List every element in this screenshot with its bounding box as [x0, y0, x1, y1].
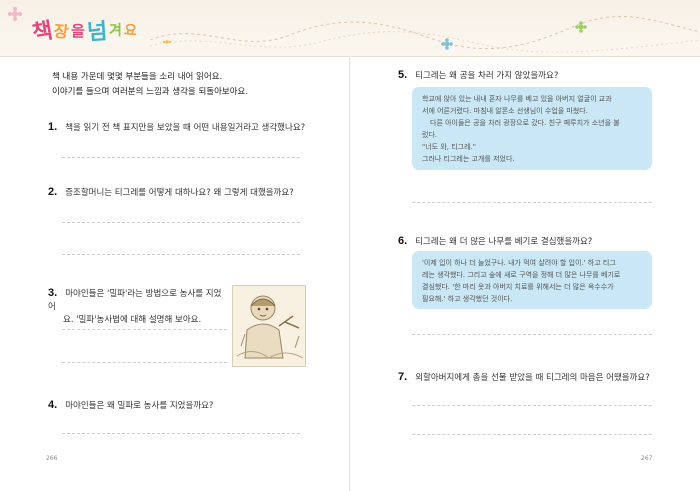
excerpt-box-6: '이제 입이 하나 더 늘었구나. 내가 먹여 살려야 할 입이.' 하고 티그… — [412, 251, 652, 309]
question-2: 2. 증조할머니는 티그레를 어떻게 대하나요? 왜 그렇게 대했을까요? — [48, 186, 294, 200]
flower-icon — [8, 7, 22, 21]
excerpt-line: 그러나 티그레는 고개를 저었다. — [422, 155, 515, 163]
logo-char: 겨 — [109, 23, 122, 39]
question-number: 2. — [48, 186, 58, 198]
excerpt-line: 다른 아이들은 공을 차러 광장으로 갔다. 친구 페루치가 소년을 불 — [430, 119, 620, 127]
logo-char: 책 — [30, 18, 55, 47]
question-4: 4. 마야인들은 왜 밀파로 농사를 지었을까요? — [48, 399, 213, 413]
question-text: 요. '밀파'농사법에 대해 설명해 보아요. — [63, 315, 202, 325]
question-text: 마야인들은 '밀파'라는 방법으로 농사를 지었어 — [48, 289, 222, 312]
answer-line[interactable] — [62, 254, 300, 255]
answer-line[interactable] — [412, 434, 652, 435]
answer-line[interactable] — [412, 202, 652, 203]
page-number-left: 266 — [46, 455, 58, 462]
question-number: 7. — [398, 371, 408, 383]
excerpt-line: 렀다. — [422, 131, 438, 139]
question-number: 5. — [398, 69, 408, 81]
illustration-boy-harvesting — [232, 285, 306, 367]
excerpt-line: 학교에 앉아 있는 내내 혼자 나무를 베고 있을 아버지 얼굴이 교과 — [422, 95, 612, 103]
question-3: 3. 마야인들은 '밀파'라는 방법으로 농사를 지었어 요. '밀파'농사법에 … — [48, 287, 228, 327]
intro-line: 이야기를 들으며 여러분의 느낌과 생각을 되돌아보아요. — [52, 87, 249, 97]
question-text: 티그레는 왜 더 많은 나무를 베기로 결심했을까요? — [415, 237, 593, 247]
excerpt-line: 필요해.' 하고 생각했던 것이다. — [422, 295, 513, 303]
question-number: 4. — [48, 399, 58, 411]
question-text: 외할아버지에게 총을 선물 받았을 때 티그레의 마음은 어땠을까요? — [415, 373, 650, 383]
excerpt-line: 결심했다. '한 마리 옷과 아버지 치료를 위해서는 더 많은 옥수수가 — [422, 283, 614, 291]
answer-line[interactable] — [62, 222, 300, 223]
logo-char: 요 — [123, 22, 138, 40]
question-text: 증조할머니는 티그레를 어떻게 대하나요? 왜 그렇게 대했을까요? — [65, 188, 294, 198]
question-1: 1. 책을 읽기 전 책 표지만을 보았을 때 어떤 내용일거라고 생각했나요? — [48, 121, 305, 135]
book-title-logo: 책 장 을 넘 겨 요 — [30, 10, 138, 50]
question-5: 5. 티그레는 왜 공을 차러 가지 않았을까요? — [398, 69, 558, 83]
excerpt-line: 레는 생각했다. 그리고 숲에 새로 구역을 정해 더 많은 나무를 베기로 — [422, 271, 621, 279]
flower-icon — [575, 21, 587, 33]
answer-line[interactable] — [62, 329, 227, 330]
excerpt-box-5: 학교에 앉아 있는 내내 혼자 나무를 베고 있을 아버지 얼굴이 교과 서에 … — [412, 87, 652, 170]
question-number: 1. — [48, 121, 58, 133]
question-text: 책을 읽기 전 책 표지만을 보았을 때 어떤 내용일거라고 생각했나요? — [65, 123, 306, 133]
question-text: 마야인들은 왜 밀파로 농사를 지었을까요? — [65, 401, 214, 411]
logo-char: 장 — [53, 21, 70, 42]
question-number: 3. — [48, 287, 58, 299]
boy-illustration-icon — [233, 286, 305, 366]
intro-line: 책 내용 가운데 몇몇 부분들을 소리 내어 읽어요. — [52, 72, 223, 82]
answer-line[interactable] — [62, 157, 300, 158]
flower-icon — [162, 40, 172, 44]
excerpt-line: 서에 어른거렸다. 마침내 알폰소 선생님이 수업을 마쳤다. — [422, 107, 588, 115]
answer-line[interactable] — [412, 405, 652, 406]
excerpt-line: "너도 와, 티그레." — [422, 143, 476, 151]
question-7: 7. 외할아버지에게 총을 선물 받았을 때 티그레의 마음은 어땠을까요? — [398, 371, 650, 385]
question-number: 6. — [398, 235, 408, 247]
page-header: 책 장 을 넘 겨 요 — [0, 0, 700, 57]
logo-char: 을 — [70, 21, 85, 40]
question-6: 6. 티그레는 왜 더 많은 나무를 베기로 결심했을까요? — [398, 235, 592, 249]
answer-line[interactable] — [412, 334, 652, 335]
page-spine — [349, 56, 351, 491]
answer-line[interactable] — [62, 433, 300, 434]
question-text: 티그레는 왜 공을 차러 가지 않았을까요? — [415, 71, 559, 81]
excerpt-line: '이제 입이 하나 더 늘었구나. 내가 먹여 살려야 할 입이.' 하고 티그 — [422, 259, 616, 267]
answer-line[interactable] — [62, 362, 227, 363]
intro-text: 책 내용 가운데 몇몇 부분들을 소리 내어 읽어요. 이야기를 들으며 여러분… — [52, 70, 332, 100]
flower-icon — [441, 38, 453, 50]
page-number-right: 267 — [641, 455, 653, 462]
logo-char: 넘 — [86, 19, 109, 46]
